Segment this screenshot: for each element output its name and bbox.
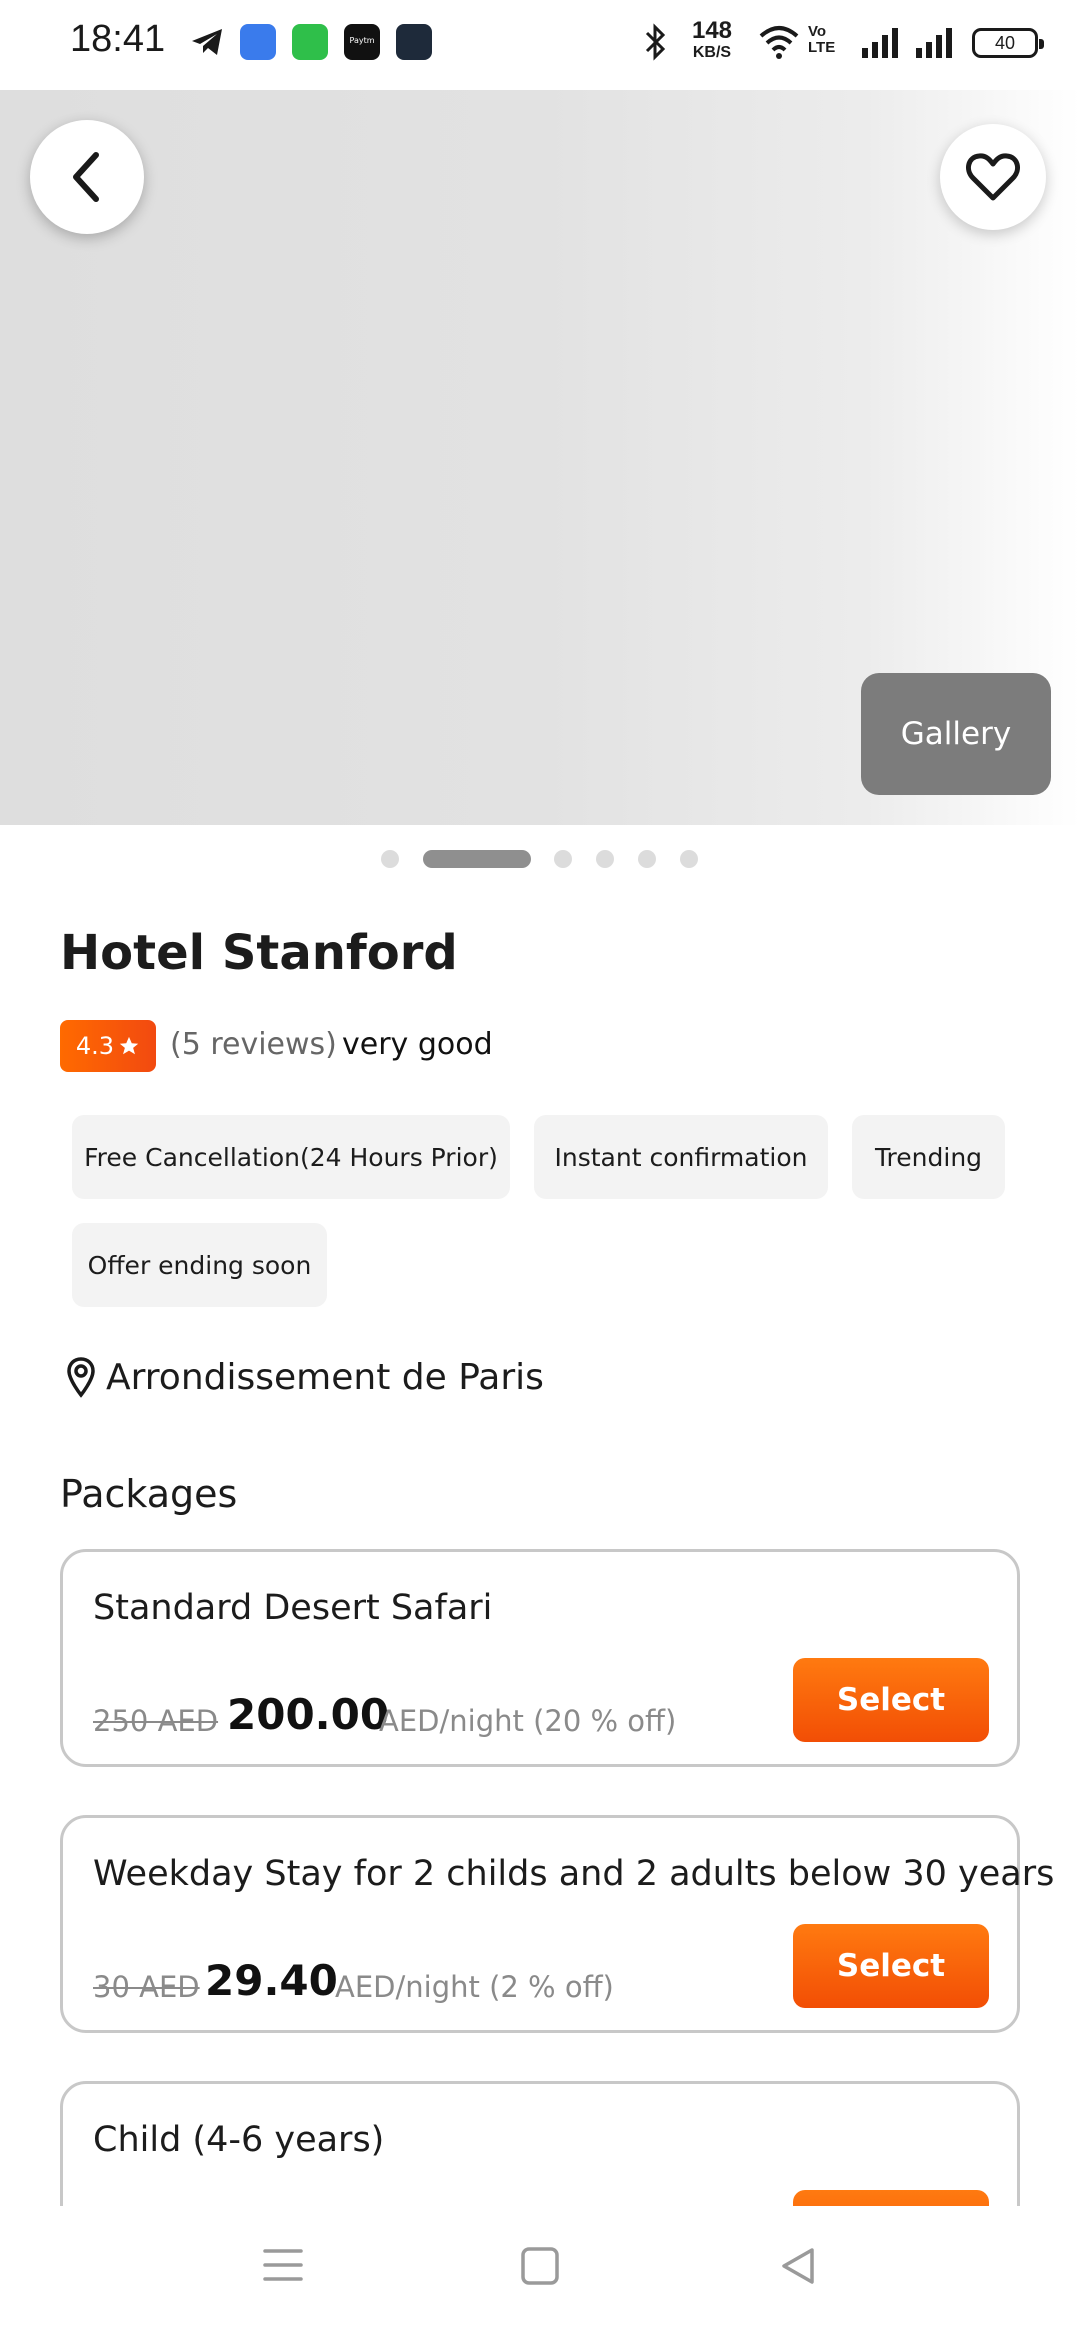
carousel-dot-active[interactable]: [423, 850, 531, 868]
home-icon[interactable]: [519, 2245, 561, 2287]
network-speed: 148 KB/S: [691, 17, 733, 62]
carousel-dot[interactable]: [554, 850, 572, 868]
bluetooth-icon: [645, 23, 666, 61]
app-blue-icon: [240, 24, 276, 60]
package-old-price: 30 AED: [93, 1970, 200, 2004]
heart-icon: [965, 153, 1021, 201]
select-button[interactable]: Select: [793, 1924, 989, 2008]
carousel-dot[interactable]: [680, 850, 698, 868]
battery-indicator: 40: [972, 28, 1044, 58]
package-name: Weekday Stay for 2 childs and 2 adults b…: [93, 1854, 1055, 1894]
app-dark-icon: [396, 24, 432, 60]
signal-icon: [916, 28, 952, 58]
wifi-icon: [759, 26, 799, 59]
package-name: Child (4-6 years): [93, 2120, 385, 2160]
hotel-name: Hotel Stanford: [60, 925, 458, 981]
package-price: 200.00: [227, 1690, 390, 1739]
hotel-location[interactable]: Arrondissement de Paris: [66, 1352, 544, 1402]
select-button[interactable]: Select: [793, 1658, 989, 1742]
telegram-icon: [192, 29, 222, 55]
gallery-button[interactable]: Gallery: [861, 673, 1051, 795]
favorite-button[interactable]: [940, 124, 1046, 230]
hotel-detail-screen: 18:41 Paytm 148 KB/S Vo LTE 40 Gallery H…: [0, 0, 1080, 2340]
back-button[interactable]: [30, 120, 144, 234]
rating-label: very good: [342, 1027, 493, 1062]
carousel-indicator: [0, 850, 1080, 870]
package-price: 29.40: [205, 1956, 338, 2005]
chevron-left-icon: [73, 152, 99, 202]
package-card[interactable]: Standard Desert Safari 250 AED 200.00 AE…: [60, 1549, 1020, 1767]
rating-value: 4.3: [75, 1032, 115, 1060]
star-icon: [119, 1036, 139, 1055]
app-green-icon: [292, 24, 328, 60]
location-text: Arrondissement de Paris: [106, 1356, 544, 1398]
packages-title: Packages: [60, 1472, 238, 1516]
carousel-dot[interactable]: [596, 850, 614, 868]
package-name: Standard Desert Safari: [93, 1588, 493, 1628]
status-time: 18:41: [70, 18, 166, 60]
rating-badge: 4.3: [60, 1020, 156, 1072]
carousel-dot[interactable]: [381, 850, 399, 868]
tag-offer-ending: Offer ending soon: [72, 1223, 327, 1307]
tag-instant-confirmation: Instant confirmation: [534, 1115, 828, 1199]
package-price-unit: AED/night (2 % off): [335, 1970, 614, 2004]
paytm-icon: Paytm: [344, 24, 380, 60]
tag-trending: Trending: [852, 1115, 1005, 1199]
back-triangle-icon[interactable]: [778, 2245, 818, 2287]
tag-free-cancellation: Free Cancellation(24 Hours Prior): [72, 1115, 510, 1199]
signal-icon: [862, 28, 898, 58]
volte-indicator: Vo LTE: [808, 23, 836, 56]
menu-icon[interactable]: [262, 2245, 304, 2285]
status-bar: 18:41 Paytm 148 KB/S Vo LTE 40: [0, 0, 1080, 90]
location-pin-icon: [67, 1357, 95, 1398]
package-card[interactable]: Weekday Stay for 2 childs and 2 adults b…: [60, 1815, 1054, 2033]
reviews-count[interactable]: (5 reviews): [170, 1027, 337, 1062]
carousel-dot[interactable]: [638, 850, 656, 868]
package-old-price: 250 AED: [93, 1704, 219, 1738]
package-price-unit: AED/night (20 % off): [379, 1704, 677, 1738]
